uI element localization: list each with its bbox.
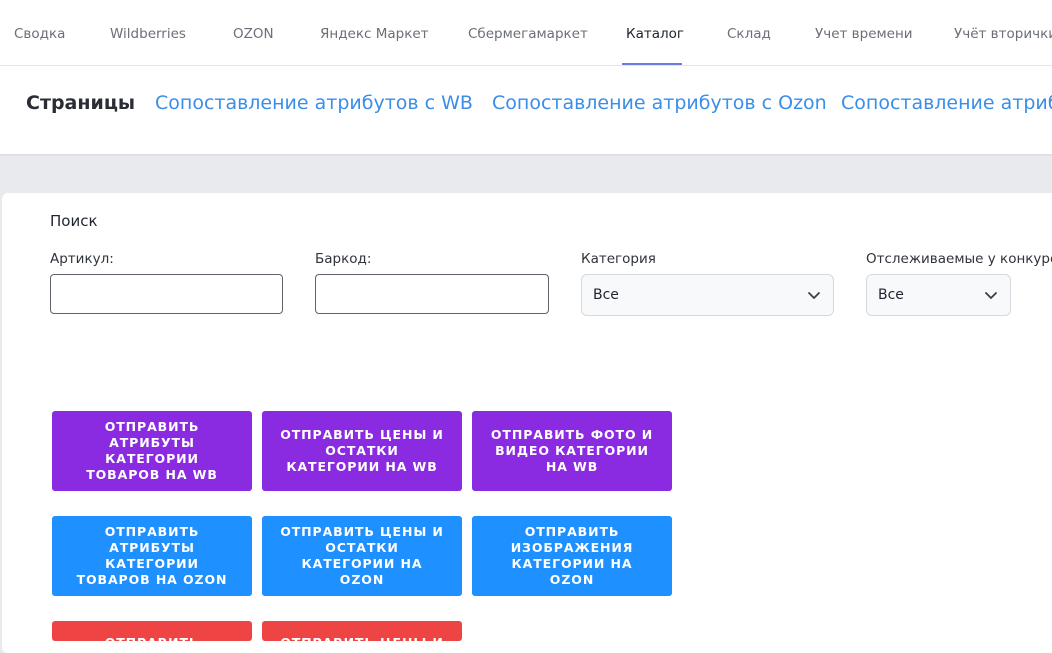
- tracked-competitors-select[interactable]: Все: [866, 274, 1011, 316]
- send-attributes-red-button[interactable]: Отправить атрибуты: [52, 621, 252, 641]
- chevron-down-icon: [807, 289, 821, 305]
- barcode-input[interactable]: [315, 274, 549, 314]
- tab-catalog[interactable]: Каталог: [626, 0, 684, 65]
- category-select[interactable]: Все: [581, 274, 834, 316]
- link-attribute-mapping-truncated[interactable]: Сопоставление атрибу: [841, 66, 1052, 140]
- tab-ozon[interactable]: OZON: [233, 0, 274, 65]
- link-wb-attribute-mapping[interactable]: Сопоставление атрибутов с WB: [155, 66, 473, 140]
- send-wb-prices-stock-button[interactable]: Отправить цены и остатки категории на WB: [262, 411, 462, 491]
- top-navigation: Сводка Wildberries OZON Яндекс Маркет Сб…: [0, 0, 1052, 66]
- active-tab-indicator: [622, 63, 682, 65]
- article-label: Артикул:: [50, 251, 114, 267]
- tab-wildberries[interactable]: Wildberries: [110, 0, 186, 65]
- search-title: Поиск: [50, 212, 98, 230]
- pages-navigation: Страницы Сопоставление атрибутов с WB Со…: [0, 66, 1052, 154]
- category-label: Категория: [581, 251, 656, 267]
- tracked-competitors-select-value: Все: [878, 287, 904, 303]
- tab-sbermegamarket[interactable]: Сбермегамаркет: [468, 0, 588, 65]
- category-select-value: Все: [593, 287, 619, 303]
- send-wb-attributes-button[interactable]: Отправить атрибуты категории товаров на …: [52, 411, 252, 491]
- send-ozon-images-button[interactable]: Отправить изображения категории на OZON: [472, 516, 672, 596]
- chevron-down-icon: [984, 289, 998, 305]
- article-input[interactable]: [50, 274, 283, 314]
- tracked-competitors-label: Отслеживаемые у конкурент: [866, 251, 1052, 267]
- pages-title: Страницы: [26, 92, 136, 114]
- barcode-label: Баркод:: [315, 251, 372, 267]
- tab-secondary-accounting[interactable]: Учёт вторички: [954, 0, 1052, 65]
- send-prices-red-button[interactable]: Отправить цены и: [262, 621, 462, 641]
- send-ozon-attributes-button[interactable]: Отправить атрибуты категории товаров на …: [52, 516, 252, 596]
- send-ozon-prices-stock-button[interactable]: Отправить цены и остатки категории на OZ…: [262, 516, 462, 596]
- send-wb-media-button[interactable]: Отправить фото и видео категории на WB: [472, 411, 672, 491]
- tab-time-tracking[interactable]: Учет времени: [815, 0, 913, 65]
- link-ozon-attribute-mapping[interactable]: Сопоставление атрибутов с Ozon: [492, 66, 827, 140]
- tab-yandex-market[interactable]: Яндекс Маркет: [320, 0, 429, 65]
- tab-summary[interactable]: Сводка: [14, 0, 65, 65]
- tab-warehouse[interactable]: Склад: [727, 0, 771, 65]
